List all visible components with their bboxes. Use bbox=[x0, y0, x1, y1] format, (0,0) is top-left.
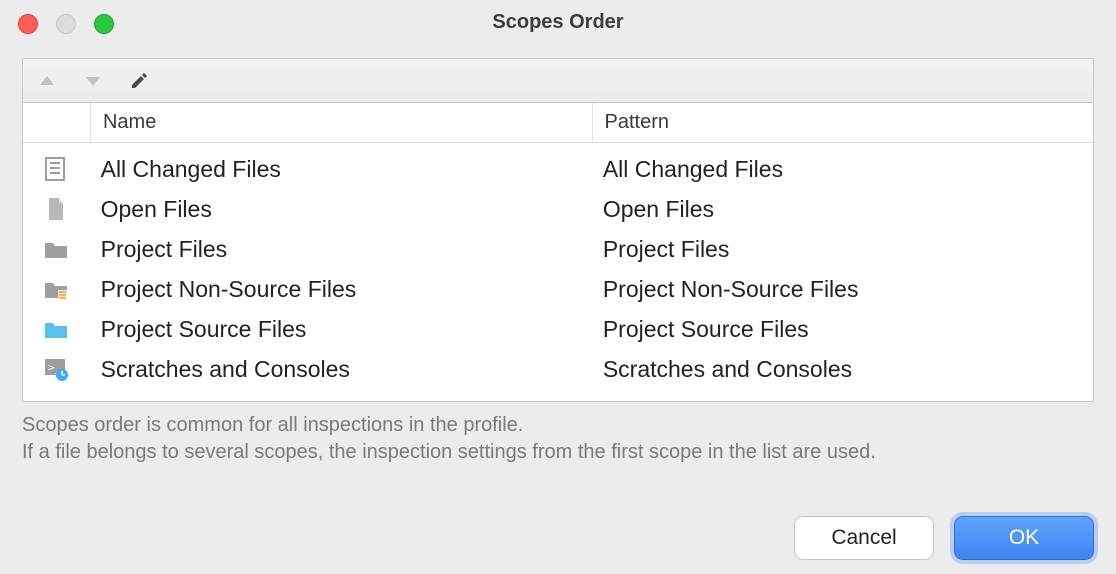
ok-button[interactable]: OK bbox=[954, 516, 1094, 560]
row-pattern: Open Files bbox=[591, 196, 1093, 223]
folder-gray-icon bbox=[43, 236, 69, 262]
move-down-button[interactable] bbox=[79, 67, 107, 95]
document-list-icon bbox=[43, 156, 69, 182]
folder-nonsource-icon bbox=[43, 276, 69, 302]
scopes-order-dialog: Scopes Order Name Pattern bbox=[0, 0, 1116, 574]
footer-text: Scopes order is common for all inspectio… bbox=[22, 412, 1094, 466]
toolbar bbox=[23, 59, 1093, 103]
cancel-button[interactable]: Cancel bbox=[794, 516, 934, 560]
table-body: All Changed Files All Changed Files Open… bbox=[23, 143, 1093, 401]
header-pattern[interactable]: Pattern bbox=[592, 103, 1094, 142]
footer-line-2: If a file belongs to several scopes, the… bbox=[22, 439, 1094, 466]
row-pattern: Project Source Files bbox=[591, 316, 1093, 343]
dialog-buttons: Cancel OK bbox=[794, 516, 1094, 560]
edit-button[interactable] bbox=[125, 67, 153, 95]
header-name[interactable]: Name bbox=[90, 103, 592, 142]
console-clock-icon: >_ bbox=[43, 356, 69, 382]
row-icon-cell bbox=[23, 276, 89, 302]
titlebar: Scopes Order bbox=[0, 0, 1116, 44]
window-controls bbox=[18, 14, 114, 34]
row-icon-cell bbox=[23, 236, 89, 262]
table-row[interactable]: Project Source Files Project Source File… bbox=[23, 309, 1093, 349]
table-row[interactable]: >_ Scratches and Consoles Scratches and … bbox=[23, 349, 1093, 389]
window-close-button[interactable] bbox=[18, 14, 38, 34]
triangle-up-icon bbox=[37, 71, 57, 91]
table-row[interactable]: Project Non-Source Files Project Non-Sou… bbox=[23, 269, 1093, 309]
table-row[interactable]: Open Files Open Files bbox=[23, 189, 1093, 229]
row-icon-cell bbox=[23, 316, 89, 342]
row-icon-cell: >_ bbox=[23, 356, 89, 382]
row-name: Project Source Files bbox=[89, 316, 591, 343]
triangle-down-icon bbox=[83, 71, 103, 91]
header-icon-col bbox=[23, 103, 90, 142]
row-icon-cell bbox=[23, 196, 89, 222]
row-pattern: Scratches and Consoles bbox=[591, 356, 1093, 383]
window-zoom-button[interactable] bbox=[94, 14, 114, 34]
scopes-panel: Name Pattern All Changed Files All Chang… bbox=[22, 58, 1094, 402]
row-name: Open Files bbox=[89, 196, 591, 223]
row-icon-cell bbox=[23, 156, 89, 182]
row-pattern: Project Files bbox=[591, 236, 1093, 263]
row-name: Project Non-Source Files bbox=[89, 276, 591, 303]
row-pattern: All Changed Files bbox=[591, 156, 1093, 183]
pencil-icon bbox=[129, 71, 149, 91]
move-up-button[interactable] bbox=[33, 67, 61, 95]
table-row[interactable]: All Changed Files All Changed Files bbox=[23, 149, 1093, 189]
table-row[interactable]: Project Files Project Files bbox=[23, 229, 1093, 269]
row-name: Scratches and Consoles bbox=[89, 356, 591, 383]
row-pattern: Project Non-Source Files bbox=[591, 276, 1093, 303]
table-header: Name Pattern bbox=[23, 103, 1093, 143]
folder-blue-icon bbox=[43, 316, 69, 342]
window-minimize-button[interactable] bbox=[56, 14, 76, 34]
row-name: All Changed Files bbox=[89, 156, 591, 183]
file-icon bbox=[43, 196, 69, 222]
row-name: Project Files bbox=[89, 236, 591, 263]
dialog-title: Scopes Order bbox=[0, 0, 1116, 44]
footer-line-1: Scopes order is common for all inspectio… bbox=[22, 412, 1094, 439]
